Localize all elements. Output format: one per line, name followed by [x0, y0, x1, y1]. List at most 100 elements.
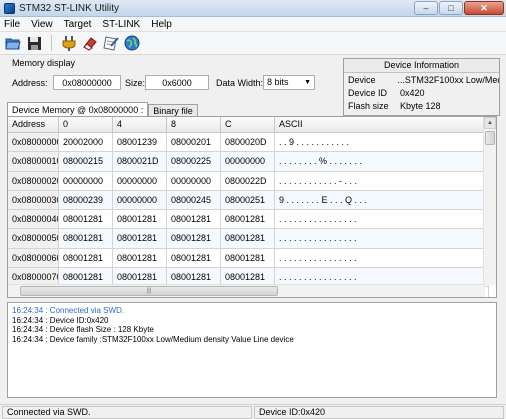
memory-word-cell[interactable]: 0800020D	[221, 133, 275, 153]
memory-word-cell[interactable]: 08000251	[221, 190, 275, 211]
memory-word-cell[interactable]: 08001281	[113, 248, 167, 269]
address-input[interactable]	[53, 75, 121, 90]
column-header-4[interactable]: 4	[113, 117, 167, 133]
table-row[interactable]: 0x08000050 08001281 08001281 08001281 080012…	[8, 229, 489, 249]
memory-word-cell[interactable]: 08001281	[113, 229, 167, 249]
memory-word-cell[interactable]: 08001281	[113, 210, 167, 230]
ascii-cell[interactable]: . . . . . . . . . . . . . . . .	[275, 229, 489, 249]
minimize-button[interactable]: –	[414, 1, 438, 15]
status-device-id: Device ID:0x420	[254, 406, 504, 419]
column-header-c[interactable]: C	[221, 117, 275, 133]
device-information-panel: Device Information Device ...STM32F100xx…	[343, 58, 500, 116]
menu-st-link[interactable]: ST-LINK	[102, 19, 140, 30]
memory-word-cell[interactable]: 0800022D	[221, 171, 275, 191]
row-address-cell: 0x08000000	[8, 133, 59, 153]
device-info-key: Device	[348, 74, 376, 85]
memory-word-cell[interactable]: 08000215	[59, 152, 113, 172]
vertical-scrollbar[interactable]: ▲	[483, 117, 496, 285]
horizontal-scrollbar[interactable]: |||	[8, 284, 485, 297]
open-file-icon	[5, 38, 21, 50]
row-address-cell: 0x08000010	[8, 152, 59, 172]
row-address-cell: 0x08000050	[8, 229, 59, 249]
address-label: Address:	[12, 78, 48, 88]
save-icon	[27, 36, 41, 50]
size-label: Size:	[125, 78, 146, 88]
program-verify-icon	[103, 35, 119, 51]
menu-help[interactable]: Help	[151, 19, 172, 30]
table-row[interactable]: 0x08000000 20002000 08001239 08000201 080002…	[8, 133, 489, 153]
memory-word-cell[interactable]: 08001281	[59, 210, 113, 230]
memory-word-cell[interactable]: 08001281	[59, 248, 113, 269]
row-address-cell: 0x08000020	[8, 171, 59, 191]
connect-plug-icon	[62, 36, 75, 51]
column-header-ascii[interactable]: ASCII	[275, 117, 489, 133]
window-title: STM32 ST-LINK Utility	[19, 2, 120, 14]
memory-word-cell[interactable]: 08000201	[167, 133, 221, 153]
device-info-row: Device ...STM32F100xx Low/Medi	[344, 73, 499, 86]
table-row[interactable]: 0x08000060 08001281 08001281 08001281 080012…	[8, 248, 489, 269]
menu-target[interactable]: Target	[64, 19, 92, 30]
column-header-address[interactable]: Address	[8, 117, 59, 133]
ascii-cell[interactable]: . . . . . . . . . . . . - . . .	[275, 171, 489, 191]
ascii-cell[interactable]: . . . . . . . . . . . . . . . .	[275, 248, 489, 269]
memory-word-cell[interactable]: 08001239	[113, 133, 167, 153]
menu-view[interactable]: View	[31, 19, 53, 30]
vertical-scroll-thumb[interactable]	[485, 131, 495, 145]
window-controls: – □ ✕	[414, 1, 504, 15]
memory-word-cell[interactable]: 00000000	[59, 171, 113, 191]
memory-word-cell[interactable]: 08000239	[59, 190, 113, 211]
grid-header: Address 0 4 8 C ASCII	[8, 117, 489, 133]
table-row[interactable]: 0x08000030 08000239 00000000 08000245 080002…	[8, 190, 489, 211]
memory-word-cell[interactable]: 08000225	[167, 152, 221, 172]
status-connection: Connected via SWD.	[2, 406, 252, 419]
menu-file[interactable]: File	[4, 19, 20, 30]
memory-word-cell[interactable]: 00000000	[221, 152, 275, 172]
connect-button[interactable]	[60, 34, 78, 52]
size-input[interactable]	[145, 75, 209, 90]
data-width-select[interactable]: 8 bits ▼	[263, 75, 315, 90]
program-verify-button[interactable]	[102, 34, 120, 52]
memory-word-cell[interactable]: 08001281	[221, 210, 275, 230]
ascii-cell[interactable]: . . 9 . . . . . . . . . . .	[275, 133, 489, 153]
horizontal-scroll-thumb[interactable]: |||	[20, 286, 278, 296]
memory-word-cell[interactable]: 0800021D	[113, 152, 167, 172]
memory-word-cell[interactable]: 08001281	[167, 248, 221, 269]
scroll-up-icon[interactable]: ▲	[484, 117, 496, 129]
disconnect-button[interactable]	[81, 34, 99, 52]
save-button[interactable]	[25, 34, 43, 52]
memory-word-cell[interactable]: 08001281	[59, 229, 113, 249]
ascii-cell[interactable]: . . . . . . . . % . . . . . . .	[275, 152, 489, 172]
column-header-8[interactable]: 8	[167, 117, 221, 133]
external-loader-button[interactable]	[123, 34, 141, 52]
memory-word-cell[interactable]: 00000000	[167, 171, 221, 191]
table-row[interactable]: 0x08000010 08000215 0800021D 08000225 000000…	[8, 152, 489, 172]
device-info-value: ...STM32F100xx Low/Medi	[397, 74, 499, 85]
table-row[interactable]: 0x08000020 00000000 00000000 00000000 080002…	[8, 171, 489, 191]
memory-tabs: Device Memory @ 0x08000000 : Binary file	[7, 102, 198, 117]
tab-device-memory[interactable]: Device Memory @ 0x08000000 :	[7, 102, 149, 117]
app-icon	[4, 2, 15, 14]
memory-grid: Address 0 4 8 C ASCII 0x08000000 20002000…	[7, 116, 497, 298]
disconnect-eraser-icon	[83, 36, 97, 51]
memory-word-cell[interactable]: 00000000	[113, 171, 167, 191]
memory-word-cell[interactable]: 08001281	[167, 229, 221, 249]
open-file-button[interactable]	[4, 34, 22, 52]
log-pane[interactable]: 16:24:34 : Connected via SWD. 16:24:34 :…	[7, 302, 497, 398]
column-header-0[interactable]: 0	[59, 117, 113, 133]
memory-display-group: Memory display Address: Size: Data Width…	[7, 58, 340, 98]
memory-word-cell[interactable]: 00000000	[113, 190, 167, 211]
memory-word-cell[interactable]: 20002000	[59, 133, 113, 153]
maximize-button[interactable]: □	[439, 1, 463, 15]
ascii-cell[interactable]: . . . . . . . . . . . . . . . .	[275, 210, 489, 230]
memory-word-cell[interactable]: 08000245	[167, 190, 221, 211]
log-line: 16:24:34 : Connected via SWD.	[12, 306, 125, 315]
log-line: 16:24:34 : Device ID:0x420	[12, 315, 109, 325]
memory-word-cell[interactable]: 08001281	[221, 248, 275, 269]
table-row[interactable]: 0x08000040 08001281 08001281 08001281 080012…	[8, 210, 489, 230]
grid-body: 0x08000000 20002000 08001239 08000201 080002…	[8, 133, 489, 297]
ascii-cell[interactable]: 9 . . . . . . . E . . . Q . . .	[275, 190, 489, 211]
close-button[interactable]: ✕	[464, 1, 504, 15]
memory-word-cell[interactable]: 08001281	[221, 229, 275, 249]
memory-word-cell[interactable]: 08001281	[167, 210, 221, 230]
log-line: 16:24:34 : Device family :STM32F100xx Lo…	[12, 334, 294, 344]
